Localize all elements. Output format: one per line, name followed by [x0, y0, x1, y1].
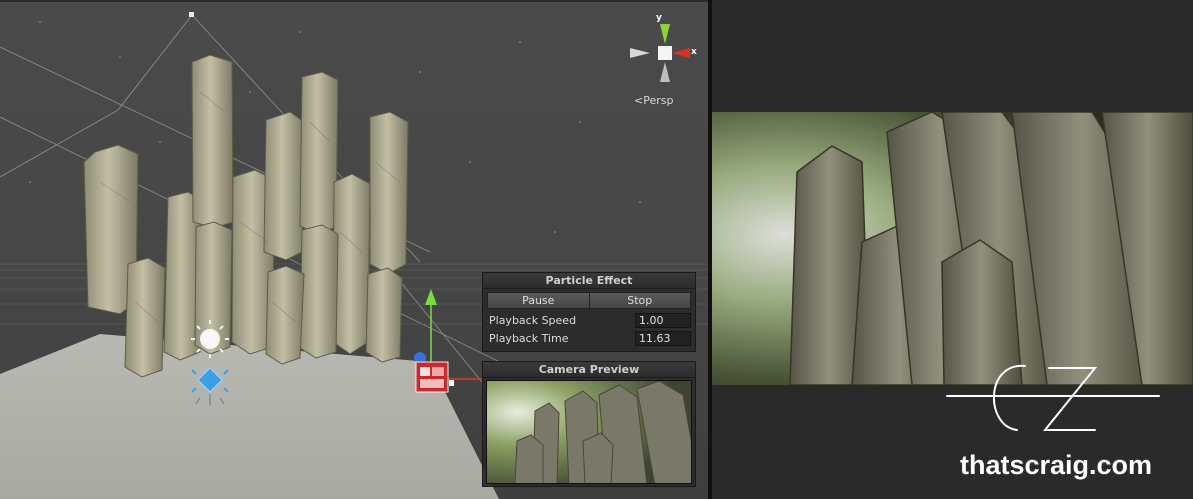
gizmo-x-label: x: [691, 47, 697, 57]
playback-time-field[interactable]: 11.63: [635, 330, 691, 346]
camera-preview-panel: Camera Preview: [482, 361, 696, 487]
rock-pillars[interactable]: [83, 54, 409, 378]
gizmo-y-label: y: [656, 13, 662, 23]
stop-button[interactable]: Stop: [589, 292, 691, 309]
pause-button[interactable]: Pause: [487, 292, 590, 309]
playback-speed-field[interactable]: 1.00: [635, 312, 691, 328]
scene-view[interactable]: y x <Persp Particle Effect Pause Stop Pl…: [0, 0, 708, 499]
orientation-gizmo[interactable]: y x: [628, 13, 702, 88]
camera-preview-image: [486, 380, 692, 484]
projection-toggle[interactable]: <Persp: [634, 94, 673, 107]
site-url[interactable]: thatscraig.com: [960, 450, 1152, 481]
particle-effect-panel: Particle Effect Pause Stop Playback Spee…: [482, 272, 696, 352]
playback-time-label: Playback Time: [489, 331, 569, 345]
projection-label: Persp: [643, 94, 674, 107]
cz-logo: [946, 364, 1160, 431]
camera-handle[interactable]: [189, 12, 194, 17]
particle-effect-title: Particle Effect: [483, 273, 695, 289]
persp-icon: <: [634, 94, 644, 107]
playback-speed-label: Playback Speed: [489, 313, 577, 327]
rendered-rock-photo: [712, 112, 1193, 385]
camera-preview-title: Camera Preview: [483, 362, 695, 378]
